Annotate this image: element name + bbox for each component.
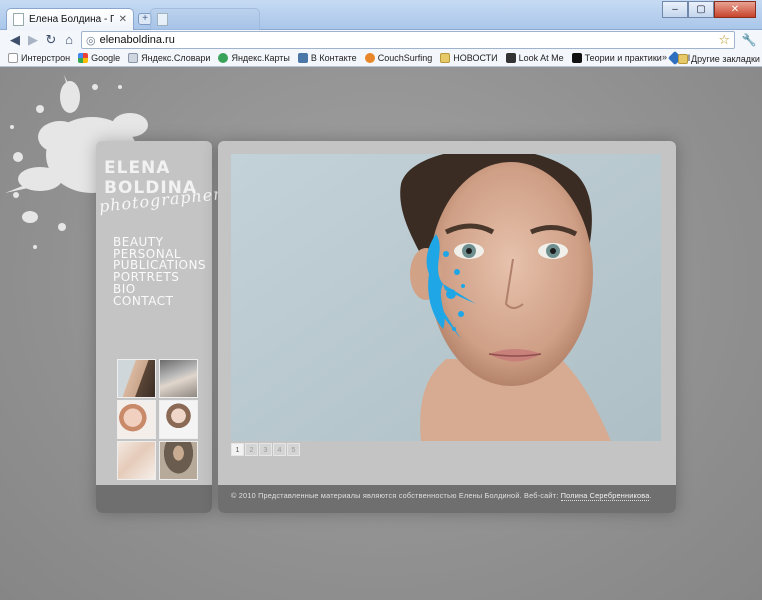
bookmarks-bar: Интерстрон Google Яндекс.Словари Яндекс.…	[0, 50, 762, 67]
page-button-3[interactable]: 3	[259, 443, 272, 456]
thumbnail-grid	[117, 359, 198, 480]
vk-icon	[297, 53, 308, 63]
bookmark-item[interactable]: Интерстрон	[8, 53, 70, 63]
tab-elenaboldina[interactable]: Елена Болдина - Профе ✕	[6, 8, 134, 30]
bookmarks-overflow-button[interactable]: »	[662, 52, 667, 62]
nav-contact[interactable]: CONTACT	[113, 295, 206, 308]
home-icon[interactable]: ⌂	[60, 31, 78, 49]
thumbnail[interactable]	[159, 359, 198, 398]
main-nav: BEAUTY PERSONAL PUBLICATIONS PORTRETS BI…	[113, 236, 206, 308]
page-icon	[157, 13, 168, 26]
thumbnail[interactable]	[159, 400, 198, 439]
gallery-pager: 1 2 3 4 5	[231, 443, 300, 456]
page-button-1[interactable]: 1	[231, 443, 244, 456]
thumbnail[interactable]	[117, 441, 156, 480]
wrench-icon[interactable]: 🔧	[740, 31, 758, 49]
close-icon[interactable]: ✕	[119, 14, 127, 25]
maps-icon	[218, 53, 229, 63]
page-icon	[13, 13, 24, 26]
minimize-button[interactable]: –	[662, 1, 688, 18]
bookmark-item[interactable]: CouchSurfing	[364, 53, 432, 63]
browser-titlebar: Елена Болдина - Профе ✕ + – ▢ ✕	[0, 0, 762, 30]
bookmark-folder[interactable]: НОВОСТИ	[440, 53, 498, 63]
copyright-footer: © 2010 Представленные материалы являются…	[231, 491, 652, 501]
address-bar[interactable]: ◎ elenaboldina.ru ☆	[81, 31, 735, 49]
bookmark-item[interactable]: Яндекс.Словари	[128, 53, 210, 63]
star-icon[interactable]: ☆	[718, 32, 730, 48]
page-button-2[interactable]: 2	[245, 443, 258, 456]
bookmark-item[interactable]: Google	[78, 53, 120, 63]
globe-icon: ◎	[86, 34, 96, 47]
folder-icon	[678, 53, 688, 64]
logo-first-name: ELENA	[104, 158, 171, 178]
bookmark-item[interactable]: Теории и практики	[571, 53, 662, 63]
thumbnail[interactable]	[117, 359, 156, 398]
bookmark-item[interactable]: Яндекс.Карты	[218, 53, 290, 63]
thumbnail[interactable]	[159, 441, 198, 480]
window-controls: – ▢ ✕	[662, 1, 756, 18]
page-button-4[interactable]: 4	[273, 443, 286, 456]
thumbnail[interactable]	[117, 400, 156, 439]
designer-link[interactable]: Полина Серебренникова	[560, 491, 650, 501]
sidebar-footer-bar	[96, 485, 212, 513]
dictionary-icon	[128, 53, 139, 63]
bookmark-item[interactable]: В Контакте	[297, 53, 357, 63]
google-icon	[78, 53, 89, 63]
maximize-button[interactable]: ▢	[688, 1, 714, 18]
back-arrow-icon[interactable]: ◀	[6, 31, 24, 49]
copyright-end: .	[649, 491, 652, 500]
tap-icon	[571, 53, 582, 63]
main-photo[interactable]	[231, 154, 661, 441]
window-close-button[interactable]: ✕	[714, 1, 756, 18]
page-button-5[interactable]: 5	[287, 443, 300, 456]
page-icon	[8, 53, 18, 63]
lookatme-icon	[505, 53, 516, 63]
folder-icon	[440, 53, 451, 63]
tab-background[interactable]	[150, 8, 260, 30]
copyright-text: © 2010 Представленные материалы являются…	[231, 491, 561, 500]
tab-title: Елена Болдина - Профе	[29, 14, 114, 25]
couchsurfing-icon	[364, 53, 375, 63]
bookmark-item[interactable]: Look At Me	[505, 53, 564, 63]
page-viewport: ELENA BOLDINA photographer BEAUTY PERSON…	[0, 67, 762, 600]
reload-icon[interactable]: ↻	[42, 31, 60, 49]
url-text[interactable]: elenaboldina.ru	[100, 34, 715, 46]
other-bookmarks-folder[interactable]: Другие закладки	[678, 50, 760, 67]
forward-arrow-icon[interactable]: ▶	[24, 31, 42, 49]
